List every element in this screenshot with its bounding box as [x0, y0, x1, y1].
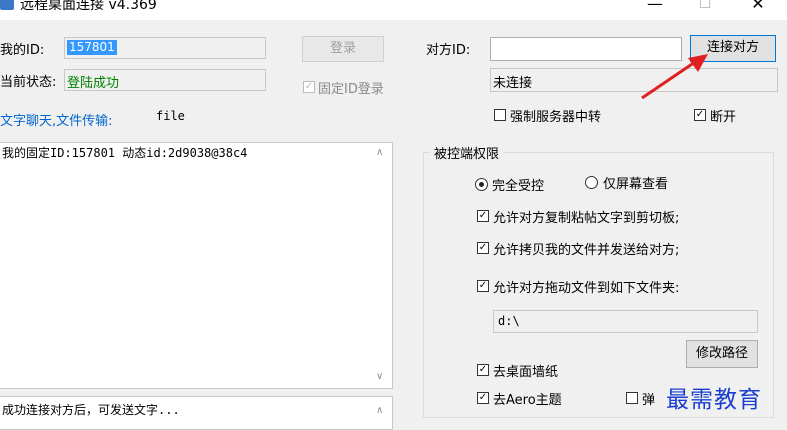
watermark-text: 最需教育 — [666, 387, 762, 413]
disconnect-label: 断开 — [710, 110, 737, 125]
close-button[interactable]: ✕ — [743, 0, 773, 14]
status-label: 当前状态: — [0, 75, 57, 90]
force-relay-checkbox[interactable] — [494, 109, 506, 121]
info-text: 我的固定ID:157801 动态id:2d9038@38c4 — [2, 146, 248, 160]
remove-aero-label: 去Aero主题 — [493, 393, 562, 408]
copy-files-checkbox[interactable] — [477, 242, 489, 254]
remove-aero-checkbox[interactable] — [477, 392, 489, 404]
permission-group-title: 被控端权限 — [430, 143, 504, 162]
maximize-button[interactable]: ☐ — [690, 0, 720, 16]
drag-files-label: 允许对方拖动文件到如下文件夹: — [493, 281, 680, 296]
drag-files-checkbox[interactable] — [477, 280, 489, 292]
full-control-radio[interactable] — [475, 178, 488, 191]
change-path-button[interactable]: 修改路径 — [686, 340, 758, 368]
info-textarea[interactable]: 我的固定ID:157801 动态id:2d9038@38c4 ∧ ∨ — [0, 142, 393, 389]
chat-transfer-link[interactable]: 文字聊天,文件传输: — [0, 110, 113, 129]
peer-id-label: 对方ID: — [426, 43, 471, 58]
folder-path: d:\ — [498, 314, 520, 328]
file-label: file — [156, 109, 185, 123]
connection-status-field: 未连接 — [490, 68, 778, 92]
status-field: 登陆成功 — [64, 69, 266, 91]
chat-input[interactable]: 成功连接对方后，可发送文字... ∧ — [0, 396, 393, 430]
remove-wallpaper-checkbox[interactable] — [477, 364, 489, 376]
clipboard-checkbox[interactable] — [477, 210, 489, 222]
force-relay-label: 强制服务器中转 — [510, 110, 602, 125]
window-title: 远程桌面连接 v4.369 — [20, 0, 157, 13]
my-id-field[interactable]: 157801 — [64, 37, 266, 59]
chat-scroll-up-arrow[interactable]: ∧ — [376, 405, 383, 416]
my-id-value: 157801 — [67, 40, 117, 55]
popup-label: 弹 — [642, 393, 656, 408]
login-button[interactable]: 登录 — [302, 36, 384, 62]
full-control-label: 完全受控 — [492, 179, 545, 194]
scroll-up-arrow[interactable]: ∧ — [376, 147, 383, 158]
clipboard-label: 允许对方复制粘帖文字到剪切板; — [493, 211, 680, 226]
disconnect-checkbox[interactable] — [694, 109, 706, 121]
view-only-label: 仅屏幕查看 — [603, 177, 669, 192]
scroll-down-arrow[interactable]: ∨ — [376, 371, 383, 382]
fixed-id-login-label: 固定ID登录 — [318, 82, 384, 97]
fixed-id-login-checkbox[interactable] — [303, 81, 315, 93]
copy-files-label: 允许拷贝我的文件并发送给对方; — [493, 243, 680, 258]
remove-wallpaper-label: 去桌面墙纸 — [493, 365, 559, 380]
red-arrow-annotation — [641, 54, 708, 100]
chat-hint: 成功连接对方后，可发送文字... — [2, 403, 180, 417]
app-icon — [0, 0, 14, 10]
folder-path-field[interactable]: d:\ — [493, 310, 758, 333]
popup-checkbox[interactable] — [626, 392, 638, 404]
view-only-radio[interactable] — [585, 176, 598, 189]
my-id-label: 我的ID: — [0, 43, 45, 58]
connection-status: 未连接 — [493, 76, 533, 91]
status-value: 登陆成功 — [67, 76, 120, 91]
minimize-button[interactable]: — — [640, 0, 670, 14]
